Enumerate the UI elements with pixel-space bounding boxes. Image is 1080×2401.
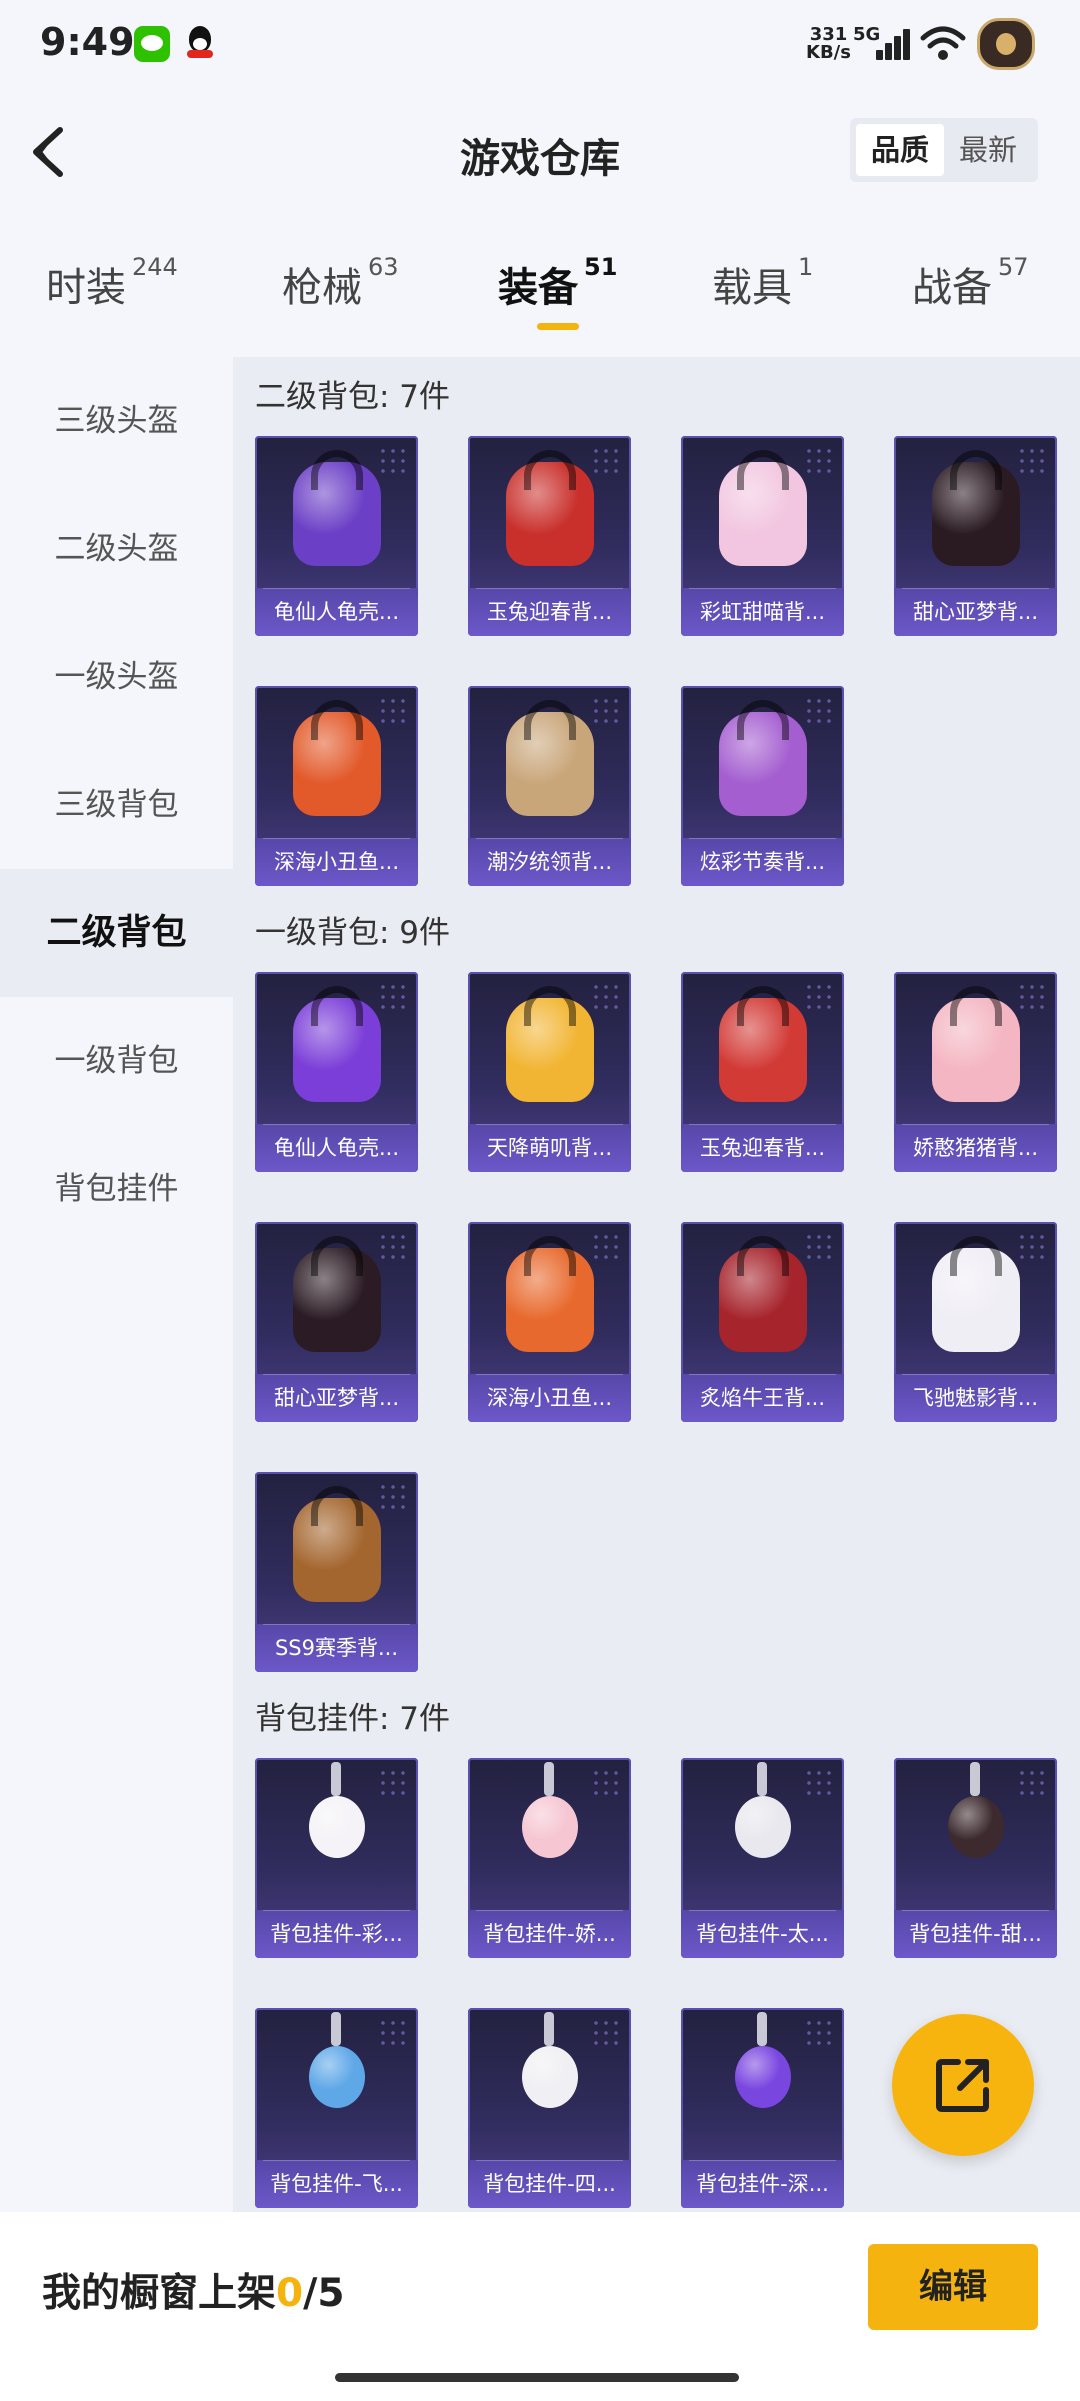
active-tab-indicator: [537, 323, 579, 330]
edit-button[interactable]: 编辑: [868, 2244, 1038, 2330]
backpack-icon: [506, 450, 594, 566]
pendant-icon: [735, 1762, 791, 1858]
item-card[interactable]: 背包挂件-彩...: [255, 1758, 418, 1958]
backpack-icon: [506, 1236, 594, 1352]
tab-supplies[interactable]: 战备 57: [912, 253, 1029, 313]
item-card[interactable]: 背包挂件-甜...: [894, 1758, 1057, 1958]
network-speed: 331 KB/s: [806, 24, 851, 63]
backpack-icon: [506, 986, 594, 1102]
sidebar-item-level1-helmet[interactable]: 一级头盔: [0, 613, 233, 741]
pendant-icon: [522, 1762, 578, 1858]
section-title: 二级背包: 7件: [255, 379, 451, 415]
wifi-icon: [920, 24, 966, 64]
backpack-icon: [719, 1236, 807, 1352]
sort-option-newest[interactable]: 最新: [944, 124, 1032, 176]
item-card[interactable]: 玉兔迎春背...: [681, 972, 844, 1172]
item-card[interactable]: 背包挂件-四...: [468, 2008, 631, 2208]
backpack-icon: [293, 700, 381, 816]
tab-equipment[interactable]: 装备 51: [498, 253, 617, 313]
backpack-icon: [932, 450, 1020, 566]
sidebar-item-level1-backpack[interactable]: 一级背包: [0, 997, 233, 1125]
tab-vehicles[interactable]: 载具 1: [712, 253, 813, 313]
status-time: 9:49: [40, 20, 135, 64]
backpack-icon: [719, 450, 807, 566]
item-card[interactable]: 玉兔迎春背...: [468, 436, 631, 636]
sidebar-item-level2-backpack[interactable]: 二级背包: [0, 869, 233, 997]
sidebar-item-level3-backpack[interactable]: 三级背包: [0, 741, 233, 869]
section-title: 背包挂件: 7件: [255, 1701, 451, 1737]
section-title: 一级背包: 9件: [255, 915, 451, 951]
backpack-icon: [932, 1236, 1020, 1352]
item-card[interactable]: 龟仙人龟壳...: [255, 972, 418, 1172]
backpack-icon: [293, 450, 381, 566]
qq-icon: [185, 26, 215, 62]
signal-icon: [866, 28, 910, 60]
backpack-icon: [932, 986, 1020, 1102]
sidebar: 三级头盔 二级头盔 一级头盔 三级背包 二级背包 一级背包 背包挂件: [0, 357, 233, 2212]
share-icon: [936, 2059, 989, 2112]
backpack-icon: [719, 700, 807, 816]
item-card[interactable]: 深海小丑鱼...: [468, 1222, 631, 1422]
pendant-icon: [309, 1762, 365, 1858]
backpack-icon: [293, 1486, 381, 1602]
showcase-status: 我的橱窗上架0/5: [42, 2271, 345, 2316]
sidebar-item-level2-helmet[interactable]: 二级头盔: [0, 485, 233, 613]
backpack-icon: [293, 1236, 381, 1352]
tab-fashion[interactable]: 时装 244: [46, 253, 178, 313]
backpack-icon: [719, 986, 807, 1102]
item-card[interactable]: 背包挂件-娇...: [468, 1758, 631, 1958]
item-card[interactable]: 飞驰魅影背...: [894, 1222, 1057, 1422]
item-card[interactable]: 背包挂件-深...: [681, 2008, 844, 2208]
backpack-icon: [506, 700, 594, 816]
backpack-icon: [293, 986, 381, 1102]
item-card[interactable]: 深海小丑鱼...: [255, 686, 418, 886]
user-avatar[interactable]: [977, 18, 1035, 70]
item-card[interactable]: 天降萌叽背...: [468, 972, 631, 1172]
wechat-icon: [134, 26, 170, 62]
item-card[interactable]: 背包挂件-太...: [681, 1758, 844, 1958]
item-card[interactable]: SS9赛季背...: [255, 1472, 418, 1672]
item-card[interactable]: 潮汐统领背...: [468, 686, 631, 886]
item-card[interactable]: 炫彩节奏背...: [681, 686, 844, 886]
item-card[interactable]: 背包挂件-飞...: [255, 2008, 418, 2208]
item-card[interactable]: 娇憨猪猪背...: [894, 972, 1057, 1172]
item-card[interactable]: 甜心亚梦背...: [894, 436, 1057, 636]
sidebar-item-level3-helmet[interactable]: 三级头盔: [0, 357, 233, 485]
pendant-icon: [948, 1762, 1004, 1858]
item-card[interactable]: 炙焰牛王背...: [681, 1222, 844, 1422]
tab-weapons[interactable]: 枪械 63: [282, 253, 399, 313]
pendant-icon: [309, 2012, 365, 2108]
pendant-icon: [735, 2012, 791, 2108]
item-card[interactable]: 彩虹甜喵背...: [681, 436, 844, 636]
share-button[interactable]: [892, 2014, 1034, 2156]
header: 游戏仓库 品质 最新: [0, 110, 1080, 192]
pendant-icon: [522, 2012, 578, 2108]
sort-option-quality[interactable]: 品质: [856, 124, 944, 176]
item-card[interactable]: 甜心亚梦背...: [255, 1222, 418, 1422]
home-indicator[interactable]: [335, 2373, 739, 2382]
item-card[interactable]: 龟仙人龟壳...: [255, 436, 418, 636]
sort-toggle: 品质 最新: [850, 118, 1038, 182]
status-bar: 9:49 331 KB/s 5G: [0, 0, 1080, 90]
item-list[interactable]: 二级背包: 7件 龟仙人龟壳... 玉兔迎春背... 彩虹甜喵背... 甜心亚梦…: [233, 357, 1080, 2212]
sidebar-item-backpack-pendant[interactable]: 背包挂件: [0, 1125, 233, 1253]
